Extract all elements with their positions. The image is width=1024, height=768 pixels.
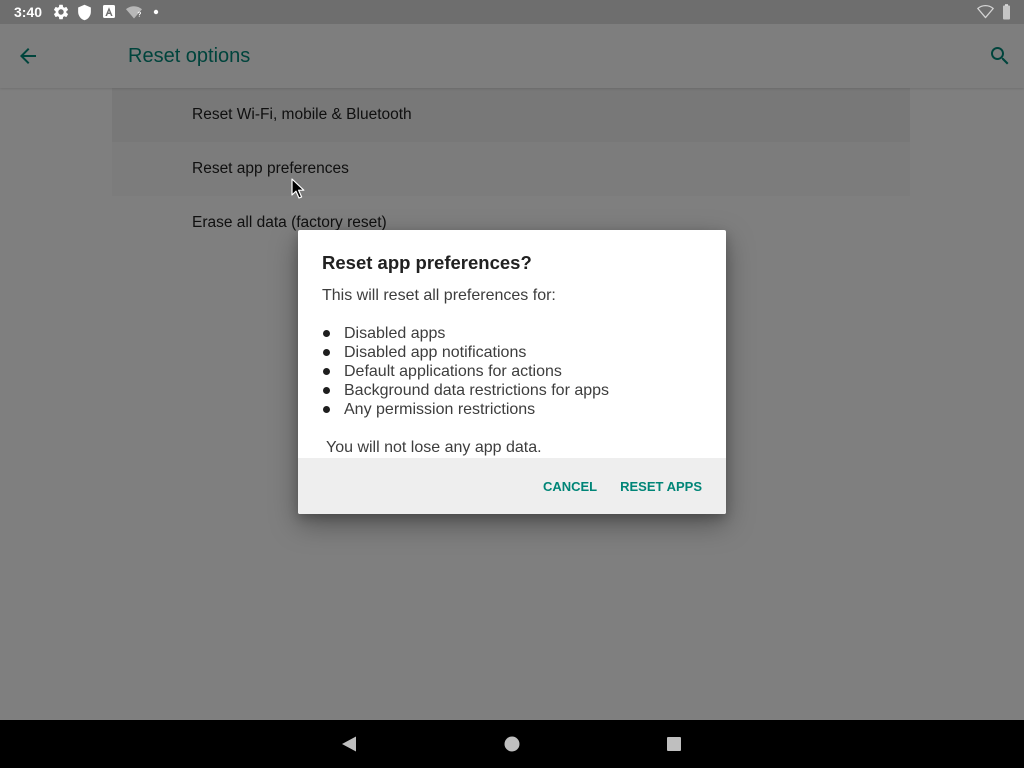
dialog-bullet-list: Disabled apps Disabled app notifications… <box>322 324 702 419</box>
dialog-list-item: Any permission restrictions <box>322 400 702 419</box>
dialog-content: Reset app preferences? This will reset a… <box>298 230 726 458</box>
dialog-button-bar: CANCEL RESET APPS <box>298 458 726 514</box>
nav-home-icon[interactable] <box>488 720 536 768</box>
dialog-list-item: Default applications for actions <box>322 362 702 381</box>
android-screen: 3:40 Reset options Reset Wi-Fi, mobile &… <box>0 0 1024 768</box>
nav-back-icon[interactable] <box>325 720 373 768</box>
status-bar: 3:40 <box>0 0 1024 24</box>
wifi-question-icon <box>126 5 142 19</box>
dialog-title: Reset app preferences? <box>322 252 532 273</box>
settings-gear-icon <box>52 3 70 21</box>
dialog-list-item: Disabled app notifications <box>322 343 702 362</box>
dialog-list-item: Disabled apps <box>322 324 702 343</box>
navigation-bar <box>0 720 1024 768</box>
nav-recents-icon[interactable] <box>650 720 698 768</box>
battery-icon <box>1002 4 1011 20</box>
wifi-icon <box>977 4 994 19</box>
reset-app-preferences-dialog: Reset app preferences? This will reset a… <box>298 230 726 514</box>
dialog-footer-note: You will not lose any app data. <box>326 439 542 456</box>
shield-icon <box>76 4 93 21</box>
cancel-button[interactable]: CANCEL <box>535 468 605 504</box>
dialog-message: This will reset all preferences for: Dis… <box>322 286 702 457</box>
notification-dot-icon <box>153 9 159 15</box>
dialog-intro: This will reset all preferences for: <box>322 287 556 304</box>
dialog-list-item: Background data restrictions for apps <box>322 381 702 400</box>
reset-apps-button[interactable]: RESET APPS <box>612 468 710 504</box>
status-time: 3:40 <box>14 4 43 20</box>
a-box-icon <box>103 5 115 18</box>
